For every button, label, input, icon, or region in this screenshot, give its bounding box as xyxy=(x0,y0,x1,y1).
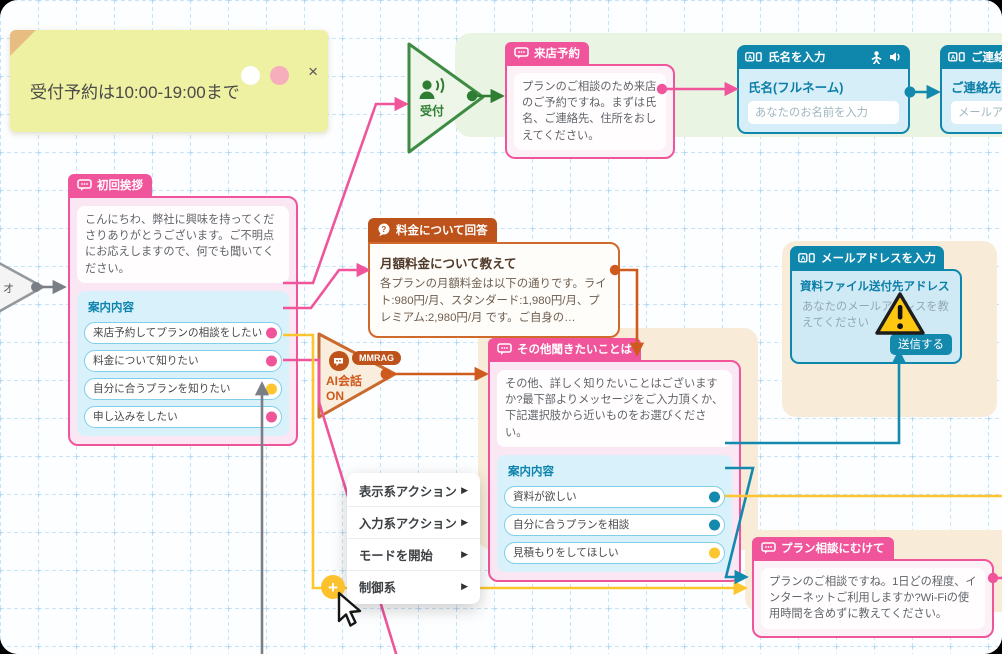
form-input-icon: A xyxy=(798,253,815,263)
contact-input-node[interactable]: A ご連絡先 ご連絡先ア xyxy=(940,45,1002,134)
svg-text:A: A xyxy=(748,55,753,62)
speaker-icon[interactable] xyxy=(889,51,902,63)
contact-field-label: ご連絡先ア xyxy=(951,77,1002,96)
message-bubble-icon xyxy=(497,343,512,355)
email-node-title: メールアドレスを入力 xyxy=(821,250,936,266)
plan-message: プランのご相談ですね。1日どの程度、インターネットご利用しますか?Wi-Fiの使… xyxy=(761,568,985,629)
contact-field-input[interactable] xyxy=(951,101,1002,124)
greeting-message: こんにちわ、弊社に興味を持ってくださりありがとうございます。ご不明点にお応えしま… xyxy=(77,206,289,283)
option-price-info[interactable]: 料金について知りたい xyxy=(84,350,282,372)
visit-node-message: プランのご相談のため来店のご予約ですね。まずは氏名、ご連絡先、住所をおしえてくだ… xyxy=(514,73,666,150)
greeting-section-label: 案内内容 xyxy=(84,297,282,316)
menu-item-control[interactable]: 制御系▶ xyxy=(347,570,480,602)
sticky-note-text: 受付予約は10:00-19:00まで xyxy=(30,78,240,103)
ai-conversation-node[interactable]: AI会話 ON xyxy=(314,328,406,424)
price-node-tab[interactable]: ? 料金について回答 xyxy=(368,218,497,242)
message-bubble-icon xyxy=(514,47,529,59)
svg-text:?: ? xyxy=(381,225,386,234)
option-want-docs[interactable]: 資料が欲しい xyxy=(504,486,725,508)
visit-reservation-node[interactable]: 来店予約 プランのご相談のため来店のご予約ですね。まずは氏名、ご連絡先、住所をお… xyxy=(505,42,675,159)
menu-item-start-mode[interactable]: モードを開始▶ xyxy=(347,538,480,570)
sticky-note-fold xyxy=(10,30,36,56)
visit-node-tab[interactable]: 来店予約 xyxy=(505,42,589,64)
menu-item-display-actions[interactable]: 表示系アクション▶ xyxy=(347,475,480,506)
other-message: その他、詳しく知りたいことはございますか?最下部よりメッセージをご入力頂くか、下… xyxy=(497,370,732,447)
close-icon[interactable]: × xyxy=(308,63,318,80)
other-node-title: その他聞きたいことは xyxy=(517,341,632,357)
reception-label: 受付 xyxy=(420,104,444,119)
sticky-note[interactable]: × 受付予約は10:00-19:00まで xyxy=(10,30,328,132)
name-field-label: 氏名(フルネーム) xyxy=(748,77,899,96)
other-section-label: 案内内容 xyxy=(504,461,725,480)
option-estimate[interactable]: 見積もりをしてほしい xyxy=(504,542,725,564)
flow-canvas[interactable]: オ 受付 来店予約 プランのご相談のため来店のご予約ですね。まずは氏名、ご連絡先… xyxy=(0,0,1002,654)
plan-node-tab[interactable]: プラン相談にむけて xyxy=(752,537,894,559)
name-field-input[interactable] xyxy=(748,101,899,124)
price-answer: 各プランの月額料金は以下の通りです。ライト:980円/月、スタンダード:1,98… xyxy=(380,276,608,327)
plan-consult-node[interactable]: プラン相談にむけて プランのご相談ですね。1日どの程度、インターネットご利用しま… xyxy=(752,537,994,638)
contact-node-title: ご連絡先 xyxy=(971,49,1002,65)
menu-item-input-actions[interactable]: 入力系アクション▶ xyxy=(347,506,480,538)
context-menu: 表示系アクション▶ 入力系アクション▶ モードを開始▶ 制御系▶ xyxy=(347,473,480,604)
form-input-icon: A xyxy=(948,52,965,62)
other-questions-node[interactable]: その他聞きたいことは その他、詳しく知りたいことはございますか?最下部よりメッセ… xyxy=(488,338,741,582)
svg-text:A: A xyxy=(801,255,806,262)
submenu-arrow-icon: ▶ xyxy=(461,581,468,592)
warning-icon xyxy=(873,290,927,338)
price-question: 月額料金について教えて xyxy=(380,253,608,272)
name-node-title: 氏名を入力 xyxy=(768,49,826,65)
ai-node-label: AI会話 xyxy=(326,374,362,389)
reception-trigger-node[interactable]: 受付 xyxy=(404,38,492,160)
price-answer-node[interactable]: ? 料金について回答 月額料金について教えて 各プランの月額料金は以下の通りです… xyxy=(368,218,620,338)
question-bubble-icon: ? xyxy=(377,223,391,237)
ai-head-icon xyxy=(328,350,350,372)
output-port-pink[interactable] xyxy=(266,355,277,366)
sticky-color-pink[interactable] xyxy=(270,66,289,85)
scenario-stub-label-text: オ xyxy=(3,280,14,296)
greeting-node-tab[interactable]: 初回挨拶 xyxy=(68,174,152,196)
submenu-arrow-icon: ▶ xyxy=(461,485,468,496)
person-icon[interactable] xyxy=(871,51,882,64)
submenu-arrow-icon: ▶ xyxy=(461,549,468,560)
output-port-yellow[interactable] xyxy=(266,383,277,394)
speaking-person-icon xyxy=(417,78,449,104)
form-input-icon: A xyxy=(745,52,762,62)
option-apply[interactable]: 申し込みをしたい xyxy=(84,406,282,428)
output-port-teal[interactable] xyxy=(709,491,720,502)
svg-text:A: A xyxy=(951,55,956,62)
other-node-tab[interactable]: その他聞きたいことは xyxy=(488,338,641,360)
ai-node-state: ON xyxy=(326,389,362,404)
output-port-yellow[interactable] xyxy=(709,547,720,558)
output-port-teal[interactable] xyxy=(709,519,720,530)
plan-node-title: プラン相談にむけて xyxy=(781,540,885,556)
option-visit-consult[interactable]: 来店予約してプランの相談をしたい xyxy=(84,322,282,344)
option-best-plan[interactable]: 自分に合うプランを知りたい xyxy=(84,378,282,400)
name-input-node[interactable]: A 氏名を入力 氏名(フルネーム) xyxy=(737,45,910,134)
message-bubble-icon xyxy=(77,179,92,191)
price-node-title: 料金について回答 xyxy=(396,222,488,238)
greeting-node[interactable]: 初回挨拶 こんにちわ、弊社に興味を持ってくださりありがとうございます。ご不明点に… xyxy=(68,174,298,446)
output-port-pink[interactable] xyxy=(266,327,277,338)
output-port-pink[interactable] xyxy=(266,411,277,422)
mouse-cursor-icon xyxy=(336,591,364,631)
visit-node-title: 来店予約 xyxy=(534,45,580,61)
sticky-color-white[interactable] xyxy=(241,66,260,85)
greeting-node-title: 初回挨拶 xyxy=(97,177,143,193)
option-consult-plan[interactable]: 自分に合うプランを相談 xyxy=(504,514,725,536)
message-bubble-icon xyxy=(761,542,776,554)
mmrag-badge: MMRAG xyxy=(352,351,401,365)
submenu-arrow-icon: ▶ xyxy=(461,517,468,528)
